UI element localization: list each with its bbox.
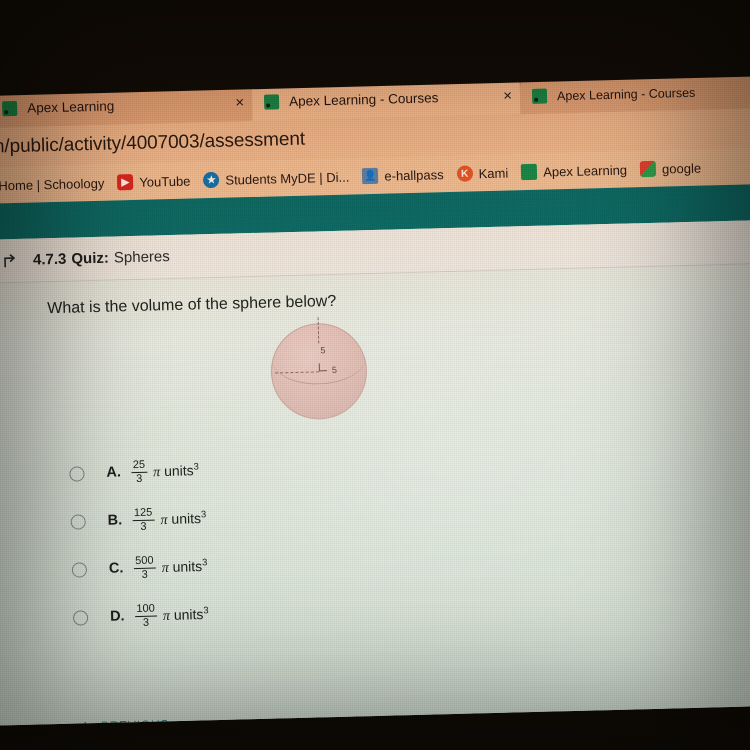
sphere-figure: 5 5	[269, 317, 369, 421]
bookmark-item-ehallpass[interactable]: 👤 e-hallpass	[362, 166, 444, 185]
bookmark-item-4-label: e-hallpass	[384, 166, 444, 184]
quiz-kind: Quiz:	[71, 249, 110, 268]
bookmark-item-3-label: Students MyDE | Di...	[225, 169, 350, 188]
option-b-pi: π	[160, 512, 168, 528]
option-a-letter: A.	[106, 464, 122, 481]
option-b-units: π units3	[160, 509, 206, 529]
bookmark-item-youtube[interactable]: ▶ YouTube	[117, 173, 191, 191]
browser-tab-2[interactable]: Apex Learning - Courses ×	[519, 72, 750, 115]
option-d-unit-word: units	[173, 605, 204, 623]
bookmark-item-google[interactable]: google	[639, 160, 702, 178]
option-a-unit-word: units	[163, 461, 194, 479]
option-b-denominator: 3	[140, 520, 147, 533]
bookmark-item-5-label: Kami	[478, 165, 509, 181]
bookmark-item-1-label: Home | Schoology	[0, 175, 105, 193]
youtube-icon: ▶	[117, 173, 134, 191]
option-b-unit-word: units	[171, 509, 202, 527]
answer-options-list: A. 25 3 π units3 B. 125 3 π units3 C. 50…	[0, 431, 750, 644]
option-c-exponent: 3	[201, 556, 208, 569]
ehallpass-icon: 👤	[362, 167, 379, 185]
google-icon	[639, 160, 657, 178]
quiz-number: 4.7.3	[32, 250, 67, 269]
kami-icon: K	[456, 165, 473, 182]
browser-tab-0-close-icon[interactable]: ×	[235, 94, 244, 111]
bookmark-item-2-label: YouTube	[139, 173, 191, 190]
option-d-fraction: 100 3	[134, 602, 157, 629]
bookmark-item-kami[interactable]: K Kami	[456, 165, 508, 182]
option-c-pi: π	[161, 560, 169, 576]
sphere-vertical-radius-label: 5	[320, 345, 326, 356]
previous-button-label: PREVIOUS	[100, 717, 170, 727]
chromebook-screen: Apex Learning × Apex Learning - Courses …	[0, 65, 750, 727]
question-prompt: What is the volume of the sphere below?	[47, 292, 337, 318]
option-d-numerator: 100	[134, 602, 157, 617]
option-d-pi: π	[162, 608, 171, 624]
option-a-units: π units3	[153, 461, 199, 481]
sphere-horizontal-radius-label: 5	[331, 364, 338, 376]
bookmark-item-7-label: google	[661, 160, 702, 177]
back-arrow-icon[interactable]	[1, 251, 19, 269]
option-b-letter: B.	[107, 512, 123, 529]
chromeos-shelf: M	[0, 738, 750, 750]
option-b-fraction: 125 3	[131, 506, 155, 533]
browser-tab-1[interactable]: Apex Learning - Courses ×	[251, 76, 521, 121]
quiz-name: Spheres	[113, 248, 170, 267]
apex-favicon-icon	[531, 88, 548, 104]
option-a-numerator: 25	[130, 458, 148, 473]
radio-button-d[interactable]	[72, 609, 89, 626]
photo-of-screen: Apex Learning × Apex Learning - Courses …	[0, 0, 750, 750]
option-d-denominator: 3	[142, 616, 150, 629]
option-b-numerator: 125	[131, 506, 155, 521]
browser-tab-0-title: Apex Learning	[26, 97, 115, 116]
previous-button[interactable]: PREVIOUS	[80, 717, 170, 727]
left-arrow-icon	[80, 721, 93, 727]
apex-favicon-icon	[263, 93, 280, 110]
right-angle-marker-icon	[318, 363, 327, 372]
url-text: g.com/public/activity/4007003/assessment	[0, 128, 306, 159]
myde-icon: ★	[203, 171, 220, 189]
option-c-denominator: 3	[141, 568, 148, 581]
option-a-denominator: 3	[136, 472, 143, 485]
option-a-pi: π	[153, 464, 161, 480]
browser-tab-2-title: Apex Learning - Courses	[556, 85, 696, 103]
browser-tab-1-close-icon[interactable]: ×	[503, 87, 512, 104]
radio-button-a[interactable]	[69, 465, 85, 482]
browser-tab-0[interactable]: Apex Learning ×	[0, 82, 253, 128]
browser-tab-1-title: Apex Learning - Courses	[288, 89, 439, 109]
option-d-letter: D.	[109, 608, 125, 625]
bookmark-item-apex[interactable]: Apex Learning	[521, 162, 627, 181]
option-d-exponent: 3	[203, 604, 209, 617]
bookmark-item-myde[interactable]: ★ Students MyDE | Di...	[203, 169, 350, 189]
option-a-fraction: 25 3	[130, 458, 148, 485]
option-c-unit-word: units	[172, 557, 203, 575]
apex-icon	[521, 163, 538, 181]
option-b-exponent: 3	[200, 508, 207, 521]
option-d-units: π units3	[163, 605, 209, 625]
bookmark-item-6-label: Apex Learning	[543, 162, 628, 180]
option-c-fraction: 500 3	[133, 554, 156, 581]
option-c-units: π units3	[161, 556, 208, 577]
option-c-letter: C.	[108, 560, 124, 577]
option-a-exponent: 3	[193, 461, 199, 473]
option-c-numerator: 500	[133, 554, 156, 569]
question-body: What is the volume of the sphere below? …	[0, 263, 750, 727]
bookmark-item-schoology[interactable]: S Home | Schoology	[0, 175, 105, 194]
radio-button-b[interactable]	[70, 513, 86, 530]
radio-button-c[interactable]	[71, 561, 88, 578]
apex-favicon-icon	[2, 100, 18, 116]
